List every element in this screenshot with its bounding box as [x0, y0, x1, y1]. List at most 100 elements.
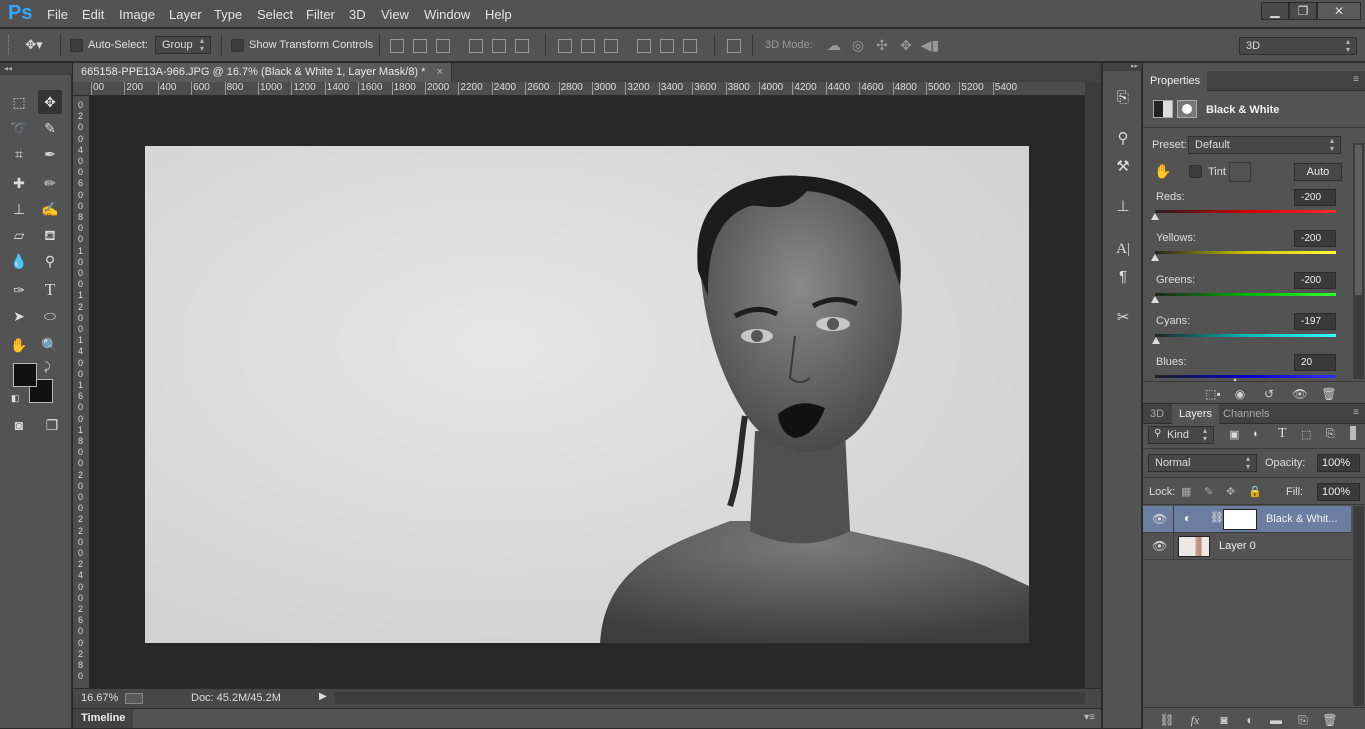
menu-file[interactable]: File: [47, 7, 68, 22]
workspace-dropdown[interactable]: 3D: [1239, 37, 1357, 55]
paragraph-panel-icon[interactable]: ¶: [1112, 266, 1134, 288]
vertical-scrollbar[interactable]: [1085, 82, 1101, 688]
slider-value-field[interactable]: -200: [1294, 189, 1336, 206]
menu-help[interactable]: Help: [485, 7, 512, 22]
slider-value-field[interactable]: -200: [1294, 271, 1336, 289]
zoom-level[interactable]: 16.67%: [81, 692, 118, 704]
slider-value-field[interactable]: -200: [1294, 230, 1336, 248]
lock-pixels-icon[interactable]: ✎: [1204, 485, 1213, 498]
menu-type[interactable]: Type: [214, 7, 242, 22]
align-top-icon[interactable]: [390, 39, 404, 53]
filter-smart-object-icon[interactable]: ⎘: [1326, 428, 1335, 441]
visibility-eye-icon[interactable]: 👁: [1152, 512, 1167, 526]
filter-shape-icon[interactable]: ⬚: [1301, 428, 1311, 441]
ellipse-icon[interactable]: ⬭: [38, 304, 62, 328]
slider-value-field[interactable]: 20: [1294, 354, 1336, 372]
close-window-button[interactable]: ✕: [1317, 2, 1361, 20]
path-selection-icon[interactable]: ➤: [7, 304, 31, 328]
brush-presets-icon[interactable]: ⚲: [1112, 128, 1134, 150]
slider-thumb[interactable]: [1151, 336, 1160, 344]
slider-track[interactable]: [1155, 210, 1336, 213]
distribute-hcenter-icon[interactable]: [660, 39, 674, 53]
menu-select[interactable]: Select: [257, 7, 293, 22]
rectangular-marquee-icon[interactable]: ⬚: [7, 90, 31, 114]
add-mask-icon[interactable]: ◙: [1216, 713, 1232, 727]
timeline-menu-icon[interactable]: ▾≡: [1084, 712, 1095, 723]
layer-name[interactable]: Black & Whit...: [1266, 513, 1338, 525]
blur-icon[interactable]: 💧: [7, 249, 31, 273]
align-bottom-icon[interactable]: [436, 39, 450, 53]
menu-view[interactable]: View: [381, 7, 409, 22]
opacity-field[interactable]: 100%: [1317, 454, 1360, 472]
slider-thumb[interactable]: [1151, 254, 1159, 262]
view-previous-icon[interactable]: ◉: [1232, 387, 1248, 401]
dodge-icon[interactable]: ⚲: [38, 249, 62, 273]
distribute-vcenter-icon[interactable]: [581, 39, 595, 53]
filter-type-icon[interactable]: T: [1278, 426, 1287, 442]
tab-channels[interactable]: Channels: [1216, 404, 1276, 424]
layer-style-icon[interactable]: fx: [1187, 713, 1203, 727]
properties-scrollbar[interactable]: [1353, 143, 1364, 379]
lasso-icon[interactable]: ➰: [7, 116, 31, 140]
menu-edit[interactable]: Edit: [82, 7, 104, 22]
pen-icon[interactable]: ✑: [7, 278, 31, 302]
mask-link-icon[interactable]: ⛓: [1210, 511, 1224, 524]
layers-scrollbar[interactable]: [1353, 506, 1364, 706]
quick-mask-icon[interactable]: ◙: [7, 413, 31, 437]
eyedropper-icon[interactable]: ✒: [38, 142, 62, 166]
tab-layers[interactable]: Layers: [1172, 404, 1220, 424]
status-menu-arrow-icon[interactable]: ▶: [319, 691, 327, 702]
type-tool-icon[interactable]: T: [38, 278, 62, 302]
distribute-left-icon[interactable]: [637, 39, 651, 53]
toggle-visibility-icon[interactable]: 👁: [1292, 387, 1308, 401]
3d-rotate-icon[interactable]: ☁: [822, 33, 846, 57]
preset-dropdown[interactable]: Default: [1188, 136, 1341, 154]
visibility-eye-icon[interactable]: 👁: [1152, 539, 1167, 553]
blend-mode-dropdown[interactable]: Normal: [1148, 454, 1257, 472]
kind-filter-dropdown[interactable]: ⚲ Kind: [1148, 426, 1214, 444]
properties-menu-icon[interactable]: ≡: [1353, 74, 1359, 85]
spot-healing-icon[interactable]: ✚: [7, 171, 31, 195]
move-tool-preset-icon[interactable]: ✥▾: [22, 33, 46, 57]
properties-tab[interactable]: Properties: [1143, 71, 1208, 91]
menu-3d[interactable]: 3D: [349, 7, 366, 22]
default-colors-icon[interactable]: ◧: [11, 393, 20, 404]
align-left-icon[interactable]: [469, 39, 483, 53]
menu-filter[interactable]: Filter: [306, 7, 335, 22]
move-tool-icon[interactable]: ✥: [38, 90, 62, 114]
slider-thumb[interactable]: [1151, 213, 1159, 220]
slider-value-field[interactable]: -197: [1294, 312, 1336, 330]
fill-field[interactable]: 100%: [1317, 483, 1360, 501]
layer-thumbnail[interactable]: [1178, 536, 1210, 557]
document-tab[interactable]: 665158-PPE13A-966.JPG @ 16.7% (Black & W…: [73, 63, 452, 82]
strip-collapse-icon[interactable]: ▸▸: [1103, 63, 1142, 71]
slider-track[interactable]: [1155, 292, 1336, 296]
restore-button[interactable]: ❐: [1289, 2, 1317, 20]
align-vcenter-icon[interactable]: [413, 39, 427, 53]
clip-to-layer-icon[interactable]: ⬚▪: [1205, 387, 1221, 401]
history-brush-icon[interactable]: ✍: [38, 197, 62, 221]
brush-icon[interactable]: ✏: [38, 171, 62, 195]
zoom-icon[interactable]: 🔍: [38, 333, 62, 357]
foreground-color-front[interactable]: [13, 363, 37, 387]
screen-mode-icon[interactable]: ❐: [40, 413, 64, 437]
mask-icon[interactable]: [1177, 100, 1197, 118]
timeline-tab[interactable]: Timeline: [73, 709, 134, 728]
clone-source-icon[interactable]: ⊥: [1112, 196, 1134, 218]
swap-colors-icon[interactable]: ⤸: [44, 361, 51, 374]
tint-color-swatch[interactable]: [1229, 162, 1251, 182]
tools-collapse-icon[interactable]: ◂◂: [0, 63, 72, 75]
menu-window[interactable]: Window: [424, 7, 470, 22]
lock-all-icon[interactable]: 🔒: [1248, 485, 1262, 498]
auto-align-icon[interactable]: [727, 39, 741, 53]
delete-adjustment-icon[interactable]: 🗑: [1321, 387, 1337, 401]
distribute-top-icon[interactable]: [558, 39, 572, 53]
layers-menu-icon[interactable]: ≡: [1353, 407, 1359, 418]
canvas-area[interactable]: [90, 96, 1085, 688]
layer-row-layer-0[interactable]: 👁 Layer 0: [1143, 533, 1351, 560]
link-layers-icon[interactable]: ⛓: [1159, 713, 1175, 727]
show-transform-checkbox[interactable]: [231, 39, 244, 52]
delete-layer-icon[interactable]: 🗑: [1322, 713, 1338, 727]
auto-select-checkbox[interactable]: [70, 39, 83, 52]
options-grip[interactable]: [8, 35, 13, 55]
